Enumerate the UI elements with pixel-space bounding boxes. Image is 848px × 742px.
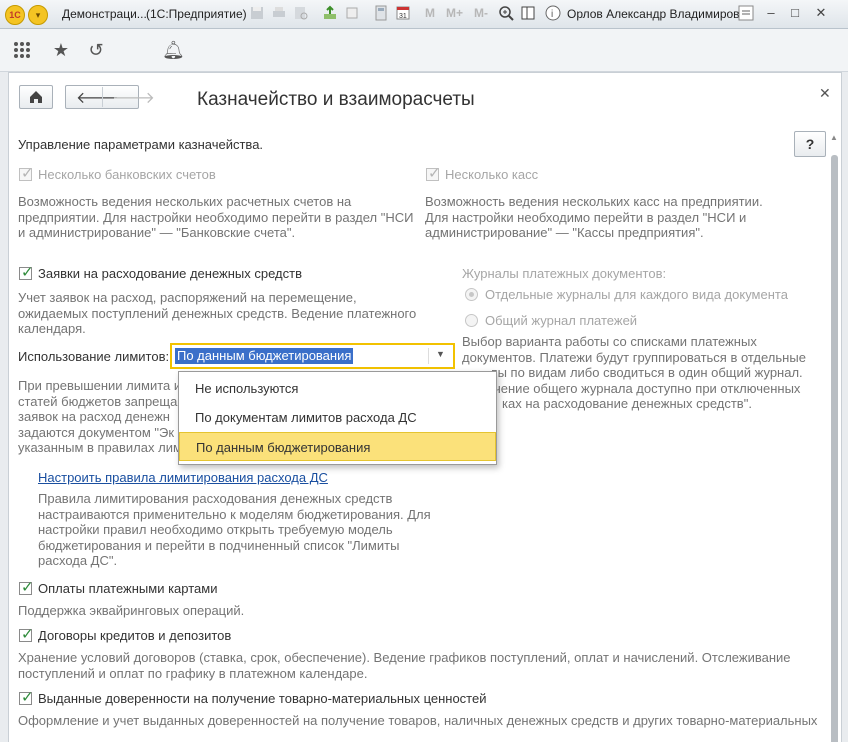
- limits-option-limit-documents[interactable]: По документам лимитов расхода ДС: [179, 403, 496, 432]
- memory-add-button[interactable]: M+: [446, 6, 463, 20]
- notifications-bell-icon[interactable]: 🔔︎: [162, 40, 185, 60]
- form-pane: 🡐 🡒 Казначейство и взаиморасчеты ✕ Управ…: [8, 72, 842, 742]
- journals-option-common-label: Общий журнал платежей: [485, 313, 638, 328]
- requests-label: Заявки на расходование денежных средств: [38, 266, 302, 281]
- history-icon[interactable]: ↺: [86, 40, 106, 60]
- preview-icon[interactable]: [293, 5, 309, 21]
- vertical-scrollbar[interactable]: ▲: [829, 133, 840, 742]
- cash-desks-label: Несколько касс: [445, 167, 539, 182]
- requests-desc: Учет заявок на расход, распоряжений на п…: [18, 290, 417, 337]
- minimize-button[interactable]: –: [762, 4, 780, 22]
- apps-grid-icon[interactable]: [12, 40, 32, 60]
- svg-text:i: i: [551, 9, 553, 20]
- bank-accounts-desc: Возможность ведения нескольких расчетных…: [18, 194, 414, 241]
- limits-option-none[interactable]: Не используются: [179, 374, 496, 403]
- favorites-star-icon[interactable]: ★: [51, 40, 71, 60]
- window-title-app: Демонстраци...: [62, 7, 147, 21]
- journals-desc: Выбор варианта работы со списками платеж…: [462, 334, 806, 412]
- requests-checkbox[interactable]: ✓: [19, 264, 34, 281]
- navigation-bar: ★ ↺ 🔔︎: [0, 29, 848, 72]
- powers-of-attorney-label: Выданные доверенности на получение товар…: [38, 691, 487, 706]
- journals-title: Журналы платежных документов:: [462, 266, 667, 281]
- memory-button[interactable]: M: [425, 6, 435, 20]
- loans-checkbox[interactable]: ✓: [19, 626, 34, 643]
- home-button[interactable]: [19, 85, 53, 109]
- journals-option-common-radio[interactable]: [465, 314, 478, 327]
- home-icon: [30, 91, 42, 103]
- scrollbar-thumb[interactable]: [831, 155, 838, 742]
- limit-rules-desc: Правила лимитирования расходования денеж…: [38, 491, 431, 569]
- journals-option-separate-label: Отдельные журналы для каждого вида докум…: [485, 287, 788, 302]
- info-icon[interactable]: i: [545, 5, 561, 21]
- powers-of-attorney-checkbox[interactable]: ✓: [19, 689, 34, 706]
- cash-desks-desc: Возможность ведения нескольких касс на п…: [425, 194, 763, 241]
- scroll-up-icon[interactable]: ▲: [830, 133, 838, 142]
- nav-separator: [102, 87, 103, 107]
- loans-label: Договоры кредитов и депозитов: [38, 628, 232, 643]
- form-intro: Управление параметрами казначейства.: [18, 137, 264, 152]
- card-payments-desc: Поддержка эквайринговых операций.: [18, 603, 245, 618]
- limits-desc: При превышении лимита и статей бюджетов …: [18, 378, 182, 456]
- panel-icon[interactable]: [520, 5, 536, 21]
- powers-of-attorney-desc: Оформление и учет выданных доверенностей…: [18, 713, 818, 728]
- zoom-icon[interactable]: [498, 5, 514, 21]
- attach-icon[interactable]: [322, 5, 338, 21]
- limits-option-budgeting[interactable]: По данным бюджетирования: [179, 432, 496, 461]
- form-close-icon[interactable]: ✕: [819, 85, 831, 102]
- limits-select-separator: [428, 348, 429, 364]
- bank-accounts-label: Несколько банковских счетов: [38, 167, 216, 182]
- card-payments-checkbox[interactable]: ✓: [19, 579, 34, 596]
- maximize-button[interactable]: □: [786, 4, 804, 22]
- help-button[interactable]: ?: [794, 131, 826, 157]
- svg-text:31: 31: [399, 13, 407, 20]
- limits-dropdown: Не используются По документам лимитов ра…: [178, 371, 497, 465]
- nav-history-group: 🡐 🡒: [65, 85, 155, 109]
- app-logo-icon[interactable]: 1С: [5, 5, 25, 25]
- window-titlebar: 1С ▾ Демонстраци... (1С:Предприятие) 31 …: [0, 0, 848, 29]
- limits-label: Использование лимитов:: [18, 349, 170, 364]
- limits-select[interactable]: По данным бюджетирования ▼: [170, 343, 455, 369]
- form-title: Казначейство и взаиморасчеты: [197, 89, 475, 110]
- calculator-icon[interactable]: [373, 5, 389, 21]
- card-payments-label: Оплаты платежными картами: [38, 581, 218, 596]
- limits-select-value: По данным бюджетирования: [175, 348, 354, 364]
- current-user[interactable]: Орлов Александр Владимирович: [567, 7, 753, 21]
- link-icon[interactable]: [344, 5, 360, 21]
- bank-accounts-checkbox[interactable]: ✓: [19, 165, 34, 182]
- save-icon[interactable]: [249, 5, 265, 21]
- chevron-down-icon[interactable]: ▼: [436, 349, 445, 359]
- loans-desc: Хранение условий договоров (ставка, срок…: [18, 650, 791, 681]
- journals-option-separate-radio[interactable]: [465, 288, 478, 301]
- calendar-icon[interactable]: 31: [395, 5, 411, 21]
- main-menu-icon[interactable]: ▾: [28, 5, 48, 25]
- window-close-button[interactable]: ✕: [812, 4, 830, 22]
- forward-button[interactable]: 🡒: [112, 87, 155, 108]
- limit-rules-link[interactable]: Настроить правила лимитирования расхода …: [38, 470, 328, 485]
- window-title-suffix: (1С:Предприятие): [146, 7, 247, 21]
- memory-subtract-button[interactable]: M-: [474, 6, 488, 20]
- print-icon[interactable]: [271, 5, 287, 21]
- cash-desks-checkbox[interactable]: ✓: [426, 165, 441, 182]
- user-menu-icon[interactable]: [738, 5, 754, 21]
